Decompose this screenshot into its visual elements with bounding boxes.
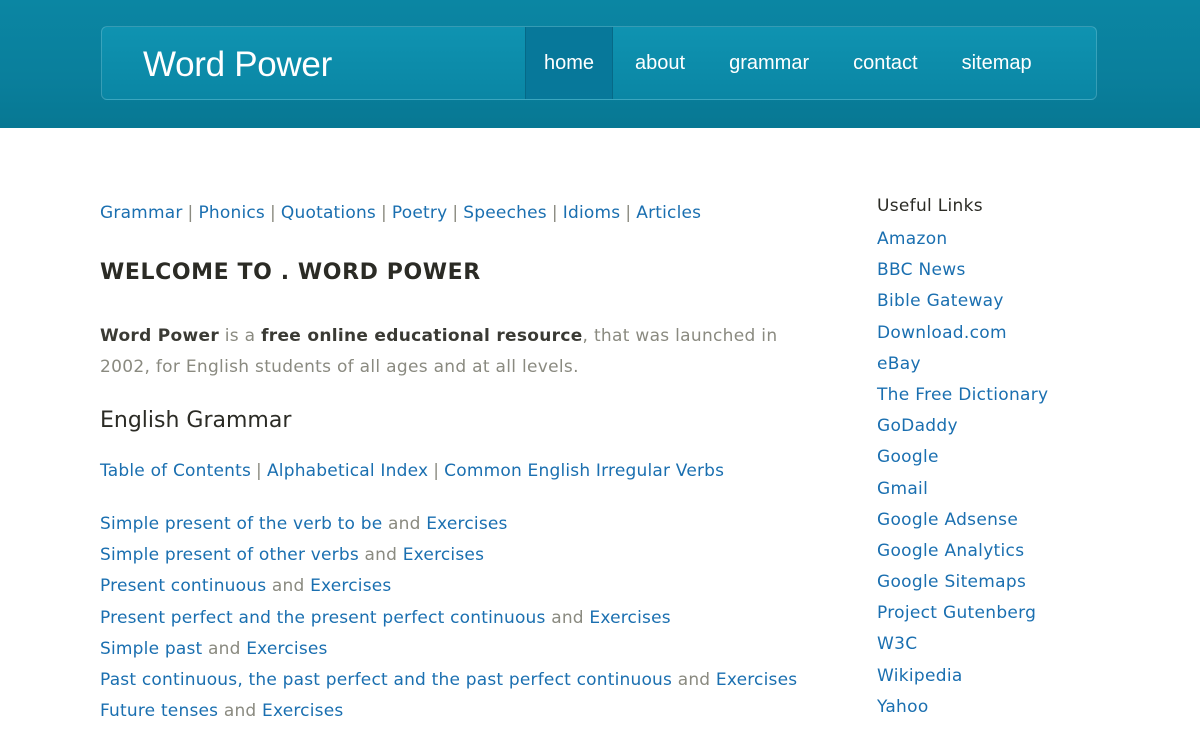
exercises-link[interactable]: Exercises xyxy=(589,608,670,628)
section-link-poetry[interactable]: Poetry xyxy=(392,203,447,223)
useful-link-item: GoDaddy xyxy=(877,415,1137,446)
useful-link-item: The Free Dictionary xyxy=(877,384,1137,415)
useful-link-google-analytics[interactable]: Google Analytics xyxy=(877,541,1024,561)
useful-link-ebay[interactable]: eBay xyxy=(877,354,921,374)
page-title: WELCOME TO . WORD POWER xyxy=(100,260,481,285)
lesson-link[interactable]: Simple past xyxy=(100,639,202,659)
useful-link-item: Wikipedia xyxy=(877,665,1137,696)
useful-link-item: Google xyxy=(877,446,1137,477)
separator: | xyxy=(380,203,387,223)
nav-item-about[interactable]: about xyxy=(613,27,707,99)
useful-link-google-sitemaps[interactable]: Google Sitemaps xyxy=(877,572,1026,592)
section-link-articles[interactable]: Articles xyxy=(636,203,701,223)
section-link-speeches[interactable]: Speeches xyxy=(463,203,547,223)
useful-links-list: Amazon BBC News Bible Gateway Download.c… xyxy=(877,228,1137,727)
useful-link-item: eBay xyxy=(877,353,1137,384)
exercises-link[interactable]: Exercises xyxy=(246,639,327,659)
exercises-link[interactable]: Exercises xyxy=(426,514,507,534)
lesson-link[interactable]: Future tenses xyxy=(100,701,218,721)
useful-link-wikipedia[interactable]: Wikipedia xyxy=(877,666,963,686)
useful-link-item: Download.com xyxy=(877,322,1137,353)
separator: | xyxy=(433,461,440,481)
header-bar: Word Power home about grammar contact si… xyxy=(101,26,1097,100)
lesson-list: Simple present of the verb to be and Exe… xyxy=(100,513,797,731)
useful-link-project-gutenberg[interactable]: Project Gutenberg xyxy=(877,603,1036,623)
useful-link-w3c[interactable]: W3C xyxy=(877,634,917,654)
useful-link-bible-gateway[interactable]: Bible Gateway xyxy=(877,291,1004,311)
exercises-link[interactable]: Exercises xyxy=(310,576,391,596)
lesson-item: Present continuous and Exercises xyxy=(100,575,797,606)
useful-links-sidebar: Useful Links Amazon BBC News Bible Gatew… xyxy=(877,195,1137,727)
useful-link-godaddy[interactable]: GoDaddy xyxy=(877,416,958,436)
main-nav: home about grammar contact sitemap xyxy=(525,27,1054,99)
separator: | xyxy=(625,203,632,223)
nav-item-grammar[interactable]: grammar xyxy=(707,27,831,99)
useful-link-item: Bible Gateway xyxy=(877,290,1137,321)
useful-link-gmail[interactable]: Gmail xyxy=(877,479,928,499)
table-of-contents-link[interactable]: Table of Contents xyxy=(100,461,251,481)
alphabetical-index-link[interactable]: Alphabetical Index xyxy=(267,461,428,481)
intro-paragraph: Word Power is a free online educational … xyxy=(100,321,800,383)
connector-text: and xyxy=(223,701,257,722)
exercises-link[interactable]: Exercises xyxy=(262,701,343,721)
useful-link-download-com[interactable]: Download.com xyxy=(877,323,1007,343)
lesson-link[interactable]: Past continuous, the past perfect and th… xyxy=(100,670,672,690)
connector-text: and xyxy=(364,545,398,566)
exercises-link[interactable]: Exercises xyxy=(403,545,484,565)
separator: | xyxy=(187,203,194,223)
section-links: Grammar | Phonics | Quotations | Poetry | Speech… xyxy=(100,202,701,224)
site-header: Word Power home about grammar contact si… xyxy=(0,0,1200,128)
lesson-item: Simple present of other verbs and Exerci… xyxy=(100,544,797,575)
nav-item-home[interactable]: home xyxy=(525,27,614,99)
lesson-item: Simple past and Exercises xyxy=(100,638,797,669)
section-link-idioms[interactable]: Idioms xyxy=(563,203,621,223)
useful-link-item: Gmail xyxy=(877,478,1137,509)
nav-item-contact[interactable]: contact xyxy=(831,27,939,99)
useful-link-item: Google Analytics xyxy=(877,540,1137,571)
separator: | xyxy=(452,203,459,223)
connector-text: and xyxy=(551,607,584,628)
grammar-heading: English Grammar xyxy=(100,408,292,433)
grammar-index-links: Table of Contents | Alphabetical Index | Com… xyxy=(100,460,724,482)
useful-link-item: Yahoo xyxy=(877,696,1137,727)
lesson-link[interactable]: Simple present of the verb to be xyxy=(100,514,382,534)
lesson-link[interactable]: Present continuous xyxy=(100,576,266,596)
useful-link-free-dictionary[interactable]: The Free Dictionary xyxy=(877,385,1048,405)
useful-link-item: Google Adsense xyxy=(877,509,1137,540)
separator: | xyxy=(269,203,276,223)
useful-link-item: Project Gutenberg xyxy=(877,602,1137,633)
separator: | xyxy=(551,203,558,223)
lesson-link[interactable]: Simple present of other verbs xyxy=(100,545,359,565)
lesson-item: Future tenses and Exercises xyxy=(100,700,797,731)
useful-link-google[interactable]: Google xyxy=(877,447,939,467)
irregular-verbs-link[interactable]: Common English Irregular Verbs xyxy=(444,461,724,481)
useful-link-yahoo[interactable]: Yahoo xyxy=(877,697,929,717)
section-link-quotations[interactable]: Quotations xyxy=(281,203,376,223)
useful-link-item: Amazon xyxy=(877,228,1137,259)
site-logo[interactable]: Word Power xyxy=(143,45,332,85)
exercises-link[interactable]: Exercises xyxy=(716,670,797,690)
intro-text: is a xyxy=(219,326,262,346)
useful-link-google-adsense[interactable]: Google Adsense xyxy=(877,510,1018,530)
connector-text: and xyxy=(677,669,711,690)
intro-highlight: free online educational resource xyxy=(261,326,583,346)
lesson-item: Simple present of the verb to be and Exe… xyxy=(100,513,797,544)
lesson-item: Present perfect and the present perfect … xyxy=(100,607,797,638)
connector-text: and xyxy=(388,514,421,534)
useful-link-bbc-news[interactable]: BBC News xyxy=(877,260,966,280)
useful-link-amazon[interactable]: Amazon xyxy=(877,229,948,249)
intro-brand: Word Power xyxy=(100,326,220,346)
useful-link-item: W3C xyxy=(877,633,1137,664)
lesson-item: Past continuous, the past perfect and th… xyxy=(100,669,797,700)
lesson-link[interactable]: Present perfect and the present perfect … xyxy=(100,608,546,628)
section-link-phonics[interactable]: Phonics xyxy=(198,203,265,223)
useful-link-item: BBC News xyxy=(877,259,1137,290)
separator: | xyxy=(256,461,262,481)
sidebar-title: Useful Links xyxy=(877,196,983,216)
section-link-grammar[interactable]: Grammar xyxy=(100,203,183,223)
nav-item-sitemap[interactable]: sitemap xyxy=(940,27,1054,99)
connector-text: and xyxy=(271,576,305,597)
connector-text: and xyxy=(208,638,241,659)
useful-link-item: Google Sitemaps xyxy=(877,571,1137,602)
